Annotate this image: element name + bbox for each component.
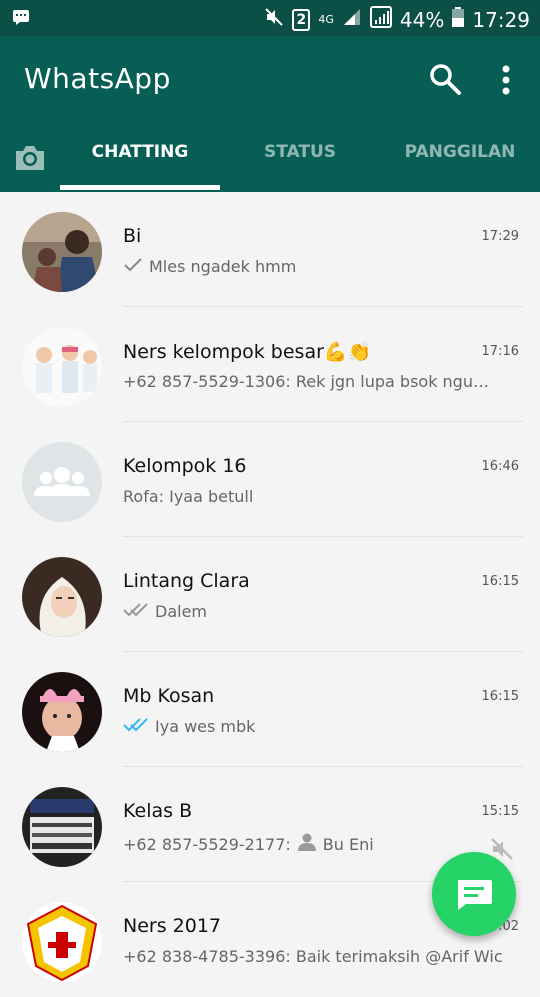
preview-text: +62 857-5529-1306: Rek jgn lupa bsok ngu… [123,372,503,391]
battery-icon [452,7,465,32]
battery-percent: 44% [399,7,445,32]
clock: 17:29 [472,7,530,32]
chat-list[interactable]: Bi 17:29 Mles ngadek hmm Ners kelompok b… [0,192,540,982]
chat-time: 16:15 [481,689,519,704]
chat-preview: Iya wes mbk [123,717,503,736]
avatar[interactable] [22,902,102,982]
app-bar: WhatsApp CHATTING STATUS PANGGILAN [0,36,540,192]
more-options-icon[interactable] [496,64,516,96]
preview-text: Rofa: Iyaa betull [123,487,254,506]
chat-time: 16:46 [481,459,519,474]
new-chat-button[interactable] [432,852,516,936]
group-avatar[interactable] [22,442,102,522]
active-tab-indicator [60,185,220,190]
chat-name: Mb Kosan [123,685,215,707]
double-tick-blue-icon [123,717,149,736]
tab-chatting[interactable]: CHATTING [60,142,220,162]
chat-preview: +62 857-5529-1306: Rek jgn lupa bsok ngu… [123,372,503,391]
status-bar: 2 4G 44% 17:29 [0,0,540,36]
chat-name: Ners 2017 [123,915,222,937]
chat-preview: Mles ngadek hmm [123,257,503,276]
preview-text: Iya wes mbk [155,717,256,736]
double-tick-icon [123,602,149,621]
preview-text: Bu Eni [322,834,374,854]
single-tick-icon [123,257,143,276]
notification-icon [12,8,30,30]
preview-text: Dalem [155,602,207,621]
contact-icon [297,832,317,856]
chat-row-bi[interactable]: Bi 17:29 Mles ngadek hmm [0,192,540,307]
chat-time: 15:15 [481,804,519,819]
chat-name: Bi [123,225,142,247]
chat-name: Kelas B [123,800,193,822]
chat-row-ners-kelompok-besar[interactable]: Ners kelompok besar💪👏 17:16 +62 857-5529… [0,307,540,422]
tab-bar: CHATTING STATUS PANGGILAN [0,132,540,192]
network-type-icon: 4G [318,13,334,26]
avatar[interactable] [22,327,102,407]
chat-row-mb-kosan[interactable]: Mb Kosan 16:15 Iya wes mbk [0,652,540,767]
chat-preview: Rofa: Iyaa betull [123,487,503,506]
signal-icon [342,7,362,32]
avatar[interactable] [22,557,102,637]
camera-tab-icon[interactable] [12,140,48,176]
chat-time: 17:16 [481,344,519,359]
search-icon[interactable] [428,62,462,96]
group-icon [34,467,90,496]
chat-name: Ners kelompok besar💪👏 [123,341,372,363]
sim-number: 2 [296,11,307,28]
chat-name: Kelompok 16 [123,455,247,477]
sim-icon: 2 [292,8,311,31]
app-title: WhatsApp [24,62,171,95]
chat-preview: Dalem [123,602,503,621]
signal-2-icon [369,6,392,33]
message-icon [458,880,492,910]
tab-status[interactable]: STATUS [220,142,380,162]
chat-name: Lintang Clara [123,570,250,592]
avatar[interactable] [22,672,102,752]
avatar[interactable] [22,212,102,292]
preview-text: +62 838-4785-3396: Baik terimaksih @Arif… [123,947,503,966]
preview-text: Mles ngadek hmm [149,257,297,276]
avatar[interactable] [22,787,102,867]
chat-time: 17:29 [481,229,519,244]
tab-panggilan[interactable]: PANGGILAN [380,142,540,162]
network-type: 4G [318,13,334,26]
chat-row-kelompok-16[interactable]: Kelompok 16 16:46 Rofa: Iyaa betull [0,422,540,537]
chat-row-lintang-clara[interactable]: Lintang Clara 16:15 Dalem [0,537,540,652]
chat-time: 16:15 [481,574,519,589]
mute-status-icon [264,7,284,32]
preview-sender: +62 857-5529-2177: [123,834,291,854]
chat-preview: +62 838-4785-3396: Baik terimaksih @Arif… [123,947,503,966]
